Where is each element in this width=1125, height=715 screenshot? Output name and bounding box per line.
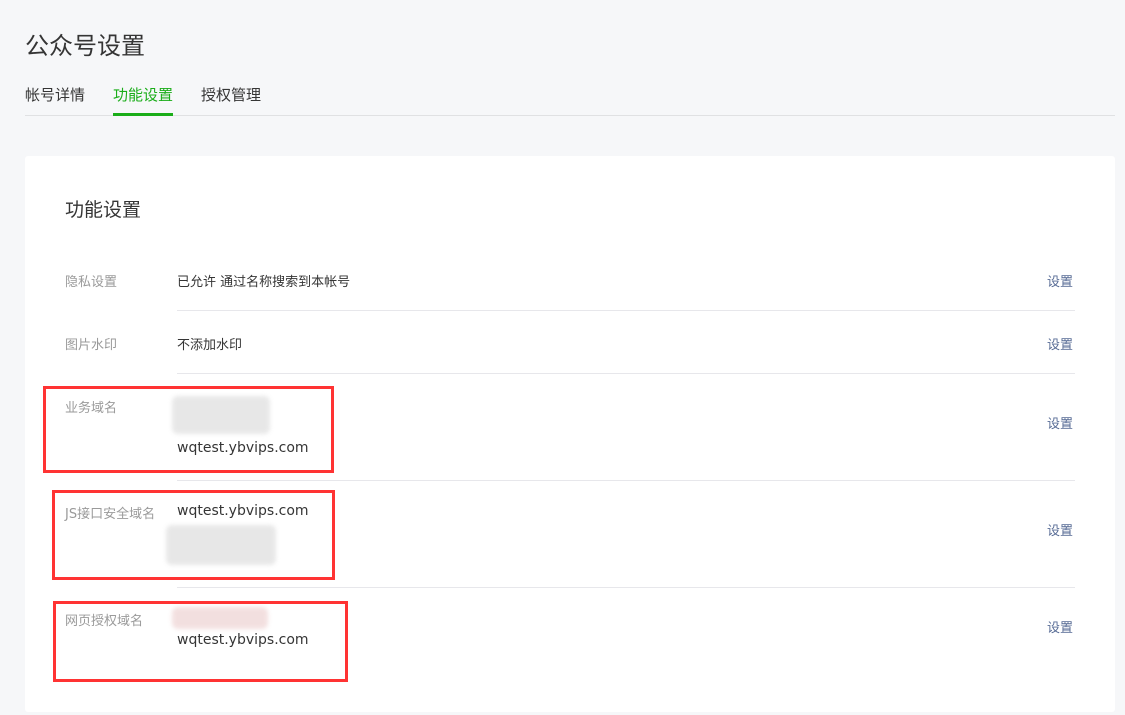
tab-authorization[interactable]: 授权管理 [201,84,261,116]
business-domain-settings-link[interactable]: 设置 [1047,413,1073,432]
highlight-box [43,386,334,473]
watermark-value: 不添加水印 [177,338,243,353]
divider [177,373,1075,374]
page-title: 公众号设置 [25,32,145,60]
oauth-domain-settings-link[interactable]: 设置 [1047,617,1073,636]
card-title: 功能设置 [65,199,142,221]
privacy-settings-link[interactable]: 设置 [1047,271,1073,290]
tab-account-details[interactable]: 帐号详情 [25,84,85,116]
highlight-box [53,601,348,682]
divider [177,310,1075,311]
privacy-label: 隐私设置 [65,275,118,290]
tab-feature-settings[interactable]: 功能设置 [113,84,174,116]
tab-bar: 帐号详情 功能设置 授权管理 [25,84,1115,116]
watermark-label: 图片水印 [65,338,118,353]
highlight-box [52,490,335,580]
divider [177,587,1075,588]
js-domain-settings-link[interactable]: 设置 [1047,520,1073,539]
divider [177,480,1075,481]
watermark-settings-link[interactable]: 设置 [1047,334,1073,353]
privacy-value: 已允许 通过名称搜索到本帐号 [177,275,351,290]
